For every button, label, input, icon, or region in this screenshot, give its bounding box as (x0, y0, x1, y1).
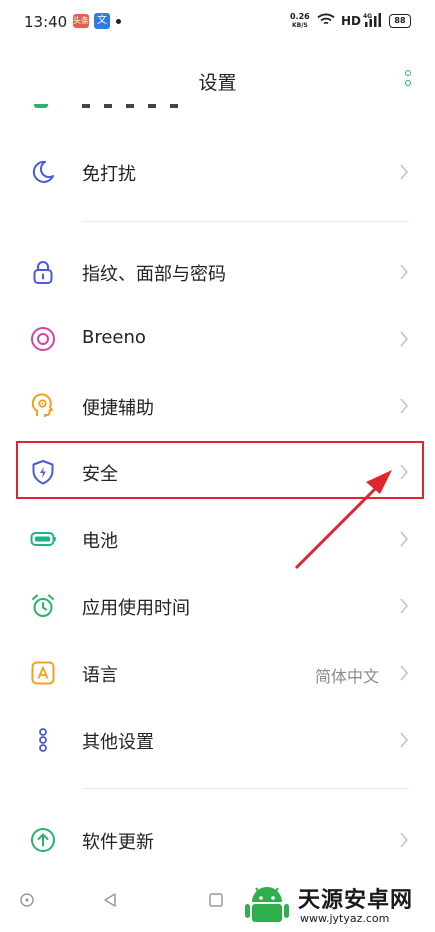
chevron-right-icon (400, 164, 409, 180)
list-item-label: 其他设置 (82, 732, 154, 753)
page-title: 设置 (198, 72, 237, 94)
watermark-url: www.jytyaz.com (300, 912, 390, 925)
partial-row-icon (34, 104, 48, 108)
list-item-convenience-assist[interactable]: 便捷辅助 (0, 372, 435, 438)
chevron-right-icon (400, 264, 409, 280)
battery-level: 88 (389, 14, 411, 28)
network-speed-value: 0.26 (290, 12, 310, 21)
section-divider (82, 221, 409, 222)
list-item-label: Breeno (82, 327, 146, 348)
svg-text:4G: 4G (363, 13, 372, 20)
current-language-value: 简体中文 (314, 667, 379, 686)
accessibility-head-icon (31, 393, 53, 417)
chevron-right-icon (400, 832, 409, 848)
language-icon (31, 661, 55, 685)
translate-app-notification-icon: 文 (94, 13, 110, 29)
alarm-clock-icon (32, 594, 54, 617)
chevron-right-icon (400, 531, 409, 547)
list-item-label: 指纹、面部与密码 (82, 264, 226, 285)
back-nav-icon[interactable] (102, 892, 118, 908)
more-notifications-dot-icon (116, 19, 121, 24)
app-header: 设置 (0, 44, 435, 110)
watermark-site-name: 天源安卓网 (298, 888, 414, 913)
home-nav-icon[interactable] (208, 892, 224, 908)
annotation-highlight-box (16, 441, 424, 499)
dots-icon (39, 728, 47, 752)
list-item-other-settings[interactable]: 其他设置 (0, 706, 435, 772)
list-item-breeno[interactable]: Breeno (0, 305, 435, 371)
status-time: 13:40 (24, 13, 68, 31)
lock-icon (33, 261, 53, 284)
list-item-app-usage-time[interactable]: 应用使用时间 (0, 572, 435, 638)
breeno-icon (31, 327, 55, 351)
list-item-label: 便捷辅助 (82, 398, 154, 419)
list-item-label: 电池 (82, 531, 118, 552)
list-item-label: 语言 (82, 665, 118, 686)
list-item-label: 软件更新 (82, 832, 154, 853)
network-speed-unit: KB/S (292, 22, 308, 29)
list-item-language[interactable]: 语言 简体中文 (0, 639, 435, 705)
cell-signal-icon: 4G (363, 13, 381, 27)
chevron-right-icon (400, 665, 409, 681)
android-logo-icon (245, 887, 289, 922)
status-bar: 13:40 头条 文 0.26 KB/S HD 4G 88 (0, 0, 435, 44)
chevron-right-icon (400, 398, 409, 414)
chevron-right-icon (400, 732, 409, 748)
wifi-icon (317, 13, 335, 25)
list-item-label: 应用使用时间 (82, 598, 190, 619)
partial-row-label-clip (82, 104, 178, 108)
partial-list-item[interactable] (0, 104, 435, 118)
list-item-fingerprint-face-password[interactable]: 指纹、面部与密码 (0, 238, 435, 304)
battery-icon (30, 532, 56, 546)
list-item-label: 免打扰 (82, 164, 136, 185)
list-item-software-update[interactable]: 软件更新 (0, 806, 435, 872)
assistant-nav-icon[interactable] (19, 892, 35, 908)
moon-icon (32, 160, 54, 183)
list-item-do-not-disturb[interactable]: 免打扰 (0, 138, 435, 204)
site-watermark: 天源安卓网 www.jytyaz.com (240, 878, 435, 932)
update-arrow-icon (31, 828, 55, 852)
list-item-battery[interactable]: 电池 (0, 505, 435, 571)
chevron-right-icon (400, 331, 409, 347)
more-options-button[interactable] (403, 70, 413, 96)
news-app-notification-icon: 头条 (73, 14, 89, 28)
section-divider (82, 788, 409, 789)
chevron-right-icon (400, 598, 409, 614)
hd-indicator: HD (341, 14, 362, 28)
network-speed: 0.26 KB/S (290, 12, 310, 30)
